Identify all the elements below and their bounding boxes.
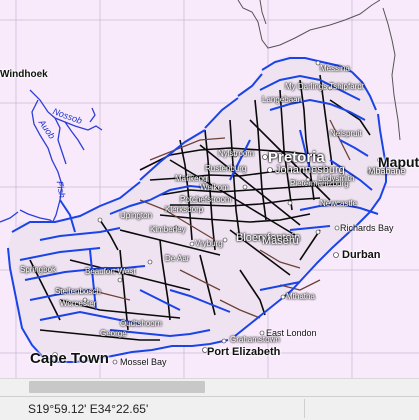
status-bar: S19°59.12' E34°22.65' bbox=[0, 396, 419, 420]
label-oudtshoorn: Oudtshoorn bbox=[120, 319, 162, 328]
label-george: George bbox=[100, 329, 127, 338]
label-mossel-bay: Mossel Bay bbox=[120, 357, 167, 367]
label-river-fish: Fish bbox=[54, 180, 68, 199]
label-potchefstroom: Potchefstroom bbox=[180, 195, 232, 204]
coordinate-readout: S19°59.12' E34°22.65' bbox=[28, 402, 149, 416]
label-cape-town: Cape Town bbox=[30, 350, 109, 367]
horizontal-scrollbar[interactable] bbox=[0, 378, 419, 396]
status-divider bbox=[304, 399, 305, 418]
label-stellenbosch: Stellenbosch bbox=[55, 287, 101, 296]
label-ladysmith: Ladysmith bbox=[318, 174, 355, 183]
label-mthatha: Mthatha bbox=[286, 292, 315, 301]
label-my-darlings: My Darlings Tshipfardt bbox=[285, 82, 364, 91]
label-rustenburg: Rustenburg bbox=[205, 164, 247, 173]
map-canvas[interactable]: Windhoek Pretoria Johannesburg Maputo Mb… bbox=[0, 0, 419, 378]
label-maseru: Maseru bbox=[262, 235, 299, 247]
label-beaufort-west: Beaufort West bbox=[85, 267, 136, 276]
label-messina: Messina bbox=[320, 64, 350, 73]
label-pretoria: Pretoria bbox=[268, 149, 325, 166]
label-richards-bay: Richards Bay bbox=[340, 223, 394, 233]
label-kimberley: Kimberley bbox=[150, 225, 186, 234]
label-de-aar: De Aar bbox=[165, 254, 190, 263]
label-upington: Upington bbox=[120, 211, 153, 220]
label-nylstroom: Nylstroom bbox=[218, 149, 255, 158]
label-vryburg: Vryburg bbox=[195, 239, 223, 248]
label-port-elizabeth: Port Elizabeth bbox=[207, 346, 281, 358]
label-mbabane: Mbabane bbox=[368, 166, 406, 176]
label-welkom: Welkom bbox=[200, 183, 229, 192]
label-windhoek: Windhoek bbox=[0, 69, 48, 80]
label-springbok: Springbok bbox=[20, 265, 57, 274]
label-nelspruit: Nelspruit bbox=[330, 129, 362, 138]
label-klerksdorp: Klerksdorp bbox=[165, 205, 204, 214]
label-mafikeng: Mafikeng bbox=[175, 174, 208, 183]
label-grahamstown: Grahamstown bbox=[230, 335, 280, 344]
label-worcester: Worcester bbox=[60, 299, 97, 308]
horizontal-scrollbar-thumb[interactable] bbox=[29, 381, 205, 393]
label-langebaan: Langebaan bbox=[262, 95, 303, 104]
label-newcastle: Newcastle bbox=[320, 199, 357, 208]
label-durban: Durban bbox=[342, 249, 381, 261]
